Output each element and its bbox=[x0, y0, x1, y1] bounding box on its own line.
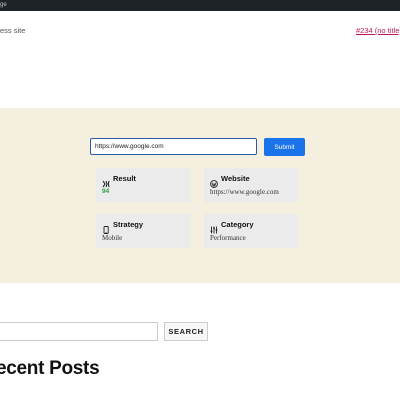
strategy-card: Strategy Mobile bbox=[96, 214, 190, 248]
strategy-value: Mobile bbox=[102, 234, 123, 242]
category-value: Performance bbox=[210, 234, 246, 242]
category-card: Category Performance bbox=[204, 214, 298, 248]
result-card: Result 94 bbox=[96, 168, 190, 202]
mobile-icon bbox=[102, 221, 110, 234]
site-description: ess site bbox=[0, 26, 26, 35]
search-input[interactable] bbox=[0, 322, 158, 341]
url-input[interactable] bbox=[90, 138, 257, 155]
category-title: Category bbox=[221, 220, 254, 229]
strategy-title: Strategy bbox=[113, 220, 144, 229]
wordpress-icon bbox=[210, 175, 218, 188]
admin-bar: ge bbox=[0, 0, 400, 11]
sliders-icon bbox=[210, 221, 218, 233]
post-link[interactable]: #234 (no title) bbox=[356, 26, 400, 35]
admin-bar-text[interactable]: ge bbox=[0, 1, 7, 9]
search-button[interactable]: SEARCH bbox=[164, 322, 208, 341]
website-value: https://www.google.com bbox=[210, 188, 279, 196]
website-title: Website bbox=[221, 174, 250, 183]
submit-button[interactable]: Submit bbox=[264, 138, 305, 156]
result-value: 94 bbox=[102, 188, 110, 195]
recent-posts-heading: ecent Posts bbox=[0, 358, 100, 379]
website-card: Website https://www.google.com bbox=[204, 168, 298, 202]
speedometer-icon bbox=[102, 175, 110, 187]
pagespeed-panel bbox=[0, 108, 400, 283]
result-title: Result bbox=[113, 174, 136, 183]
